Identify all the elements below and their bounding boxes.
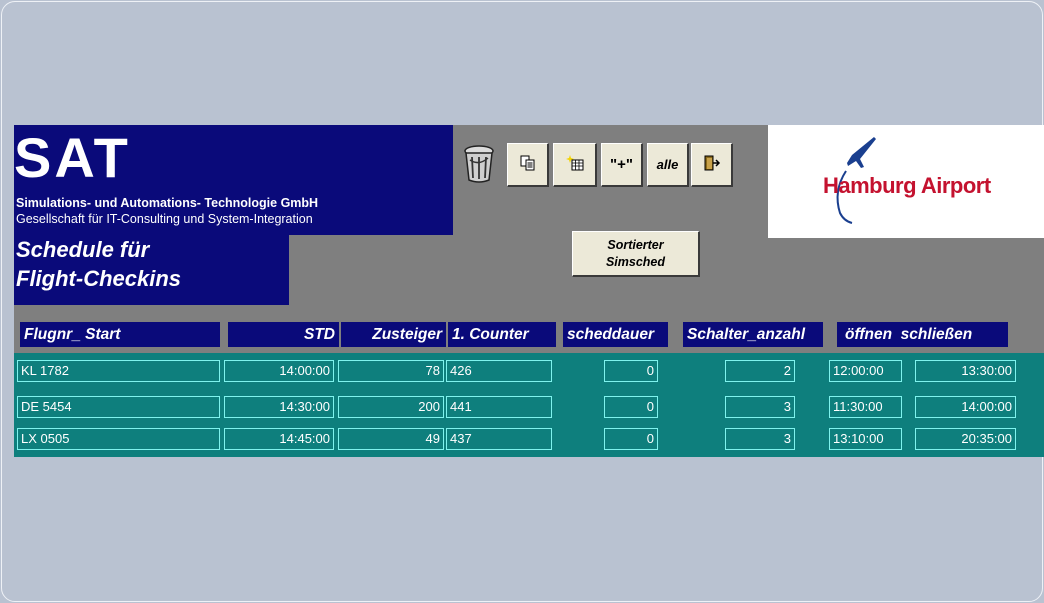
scheddauer-field[interactable]: 0: [604, 396, 658, 418]
all-button[interactable]: alle: [647, 143, 689, 187]
exit-door-icon: [703, 155, 721, 174]
schalter-anzahl-field[interactable]: 2: [725, 360, 795, 382]
copy-icon: [520, 155, 536, 174]
zusteiger-field[interactable]: 78: [338, 360, 444, 382]
column-header-scheddauer: scheddauer: [563, 322, 668, 347]
counter-field[interactable]: 441: [446, 396, 552, 418]
column-header-schalter-anzahl: Schalter_anzahl: [683, 322, 823, 347]
new-record-button[interactable]: [553, 143, 597, 187]
add-plus-button[interactable]: "+": [601, 143, 643, 187]
delete-button[interactable]: [455, 143, 503, 187]
flugnr-field[interactable]: LX 0505: [17, 428, 220, 450]
std-field[interactable]: 14:45:00: [224, 428, 334, 450]
counter-field[interactable]: 437: [446, 428, 552, 450]
page-title-line2: Flight-Checkins: [16, 266, 182, 291]
schalter-anzahl-field[interactable]: 3: [725, 428, 795, 450]
scheddauer-field[interactable]: 0: [604, 428, 658, 450]
zusteiger-field[interactable]: 49: [338, 428, 444, 450]
scheddauer-field[interactable]: 0: [604, 360, 658, 382]
company-tagline: Gesellschaft für IT-Consulting und Syste…: [16, 212, 313, 226]
column-header-std: STD: [228, 322, 339, 347]
counter-field[interactable]: 426: [446, 360, 552, 382]
hamburg-airport-logo: Hamburg Airport: [768, 125, 1044, 238]
flugnr-field[interactable]: DE 5454: [17, 396, 220, 418]
page-title: Schedule für Flight-Checkins: [14, 235, 289, 305]
column-header-zusteiger: Zusteiger: [341, 322, 446, 347]
sort-button-line2: Simsched: [605, 255, 666, 269]
std-field[interactable]: 14:30:00: [224, 396, 334, 418]
column-header-oeffnen-schliessen: öffnen schließen: [837, 322, 1008, 347]
oeffnen-field[interactable]: 13:10:00: [829, 428, 902, 450]
zusteiger-field[interactable]: 200: [338, 396, 444, 418]
sat-brand-header: SAT Simulations- und Automations- Techno…: [14, 125, 453, 235]
oeffnen-field[interactable]: 11:30:00: [829, 396, 902, 418]
sat-logo: SAT: [14, 126, 131, 189]
column-header-flugnr: Flugnr_ Start: [20, 322, 220, 347]
column-header-counter: 1. Counter: [448, 322, 556, 347]
sort-button-line1: Sortierter: [607, 238, 664, 252]
oeffnen-field[interactable]: 12:00:00: [829, 360, 902, 382]
page-title-line1: Schedule für: [16, 237, 150, 262]
std-field[interactable]: 14:00:00: [224, 360, 334, 382]
schliessen-field[interactable]: 20:35:00: [915, 428, 1016, 450]
flugnr-field[interactable]: KL 1782: [17, 360, 220, 382]
copy-button[interactable]: [507, 143, 549, 187]
schliessen-field[interactable]: 14:00:00: [915, 396, 1016, 418]
schalter-anzahl-field[interactable]: 3: [725, 396, 795, 418]
exit-button[interactable]: [691, 143, 733, 187]
schliessen-field[interactable]: 13:30:00: [915, 360, 1016, 382]
airport-name: Hamburg Airport: [823, 173, 991, 198]
trash-icon: [462, 144, 496, 187]
company-name: Simulations- und Automations- Technologi…: [16, 196, 319, 210]
sorted-simsched-button[interactable]: Sortierter Simsched: [572, 231, 700, 277]
new-table-icon: [565, 154, 584, 175]
